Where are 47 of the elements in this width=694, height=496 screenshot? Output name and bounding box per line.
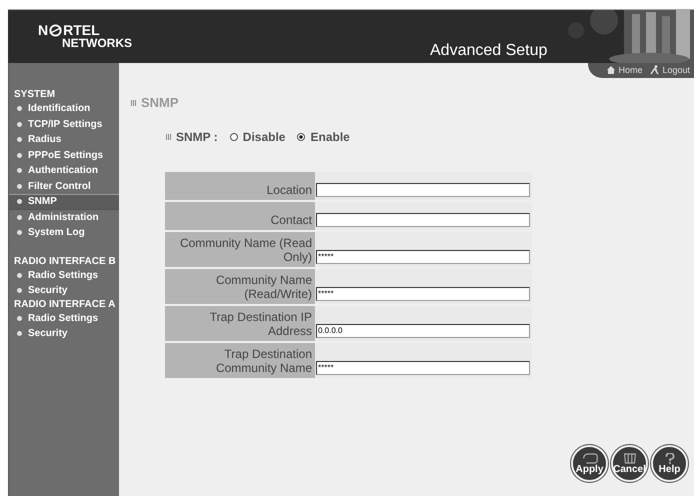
sidebar-item[interactable]: PPPoE Settings	[9, 148, 119, 163]
sidebar-section-title: RADIO INTERFACE A	[14, 298, 116, 310]
sidebar-item[interactable]: Radio Settings	[9, 310, 119, 326]
sidebar-section-title: SYSTEM	[14, 89, 56, 101]
input-field[interactable]: *****	[316, 286, 530, 300]
input-field[interactable]	[316, 182, 530, 196]
input-field[interactable]: 0.0.0.0	[316, 324, 530, 338]
form-label-cell: Community Name (Read Only)	[165, 232, 315, 267]
top-link[interactable]: Home	[606, 65, 642, 75]
sidebar-item[interactable]: Filter Control	[9, 178, 119, 194]
form-label-cell: Trap Destination Community Name	[165, 343, 315, 378]
radio-button[interactable]	[297, 133, 306, 141]
sidebar-section-title: RADIO INTERFACE B	[14, 256, 117, 268]
radio-button[interactable]	[230, 133, 238, 141]
house-icon	[606, 65, 616, 75]
sidebar-item[interactable]: Identification	[9, 101, 119, 116]
sidebar-item[interactable]: SNMP	[9, 194, 119, 210]
input-field[interactable]	[316, 212, 530, 226]
radio-option[interactable]: Disable	[230, 130, 286, 144]
form-label-cell: Trap Destination IP Address	[165, 306, 315, 341]
sidebar-item[interactable]: System Log	[9, 225, 119, 240]
top-link[interactable]: Logout	[650, 65, 690, 75]
sidebar-item[interactable]: TCP/IP Settings	[9, 116, 119, 132]
grid-icon	[166, 134, 172, 140]
sidebar-item[interactable]: Security	[9, 283, 119, 298]
grid-icon	[131, 100, 137, 106]
form-label-cell: Contact	[165, 202, 315, 230]
section-title: SNMP	[141, 95, 179, 110]
logo-text: RTEL	[63, 23, 100, 37]
running-figure-icon	[650, 65, 660, 75]
radio-option[interactable]: Enable	[297, 130, 350, 144]
field-label: SNMP :	[176, 130, 218, 144]
form-label-cell: Community Name (Read/Write)	[165, 269, 315, 304]
input-field[interactable]: *****	[316, 250, 530, 264]
round-button[interactable]: Help	[651, 445, 688, 482]
round-button[interactable]: Apply	[571, 445, 608, 482]
round-button[interactable]: Cancel	[611, 445, 648, 482]
input-field[interactable]: *****	[316, 360, 530, 374]
form-label-cell: Location	[165, 172, 315, 200]
page-header-title: Advanced Setup	[430, 42, 548, 60]
logo-text: NETWORKS	[62, 37, 132, 49]
sidebar-item[interactable]: Radius	[9, 132, 119, 148]
logo-text: N	[38, 23, 48, 37]
sidebar-item[interactable]: Security	[9, 326, 119, 342]
sidebar-item[interactable]: Administration	[9, 210, 119, 225]
sidebar-item[interactable]: Radio Settings	[9, 268, 119, 283]
sidebar-item[interactable]: Authentication	[9, 163, 119, 178]
